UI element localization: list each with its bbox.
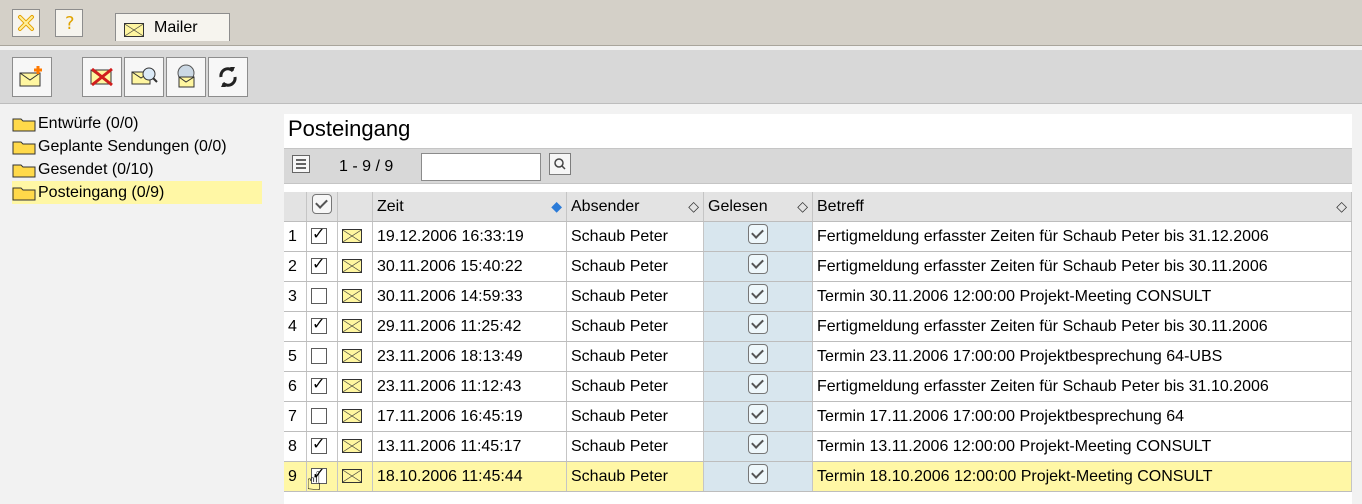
read-status[interactable] (703, 461, 813, 492)
pager: 1 - 9 / 9 (339, 158, 394, 175)
folder-label: Posteingang (0/9) (38, 183, 165, 201)
read-check-icon (748, 284, 768, 304)
list-options-icon[interactable] (292, 155, 310, 173)
row-checkbox[interactable] (306, 371, 338, 402)
folder-icon (12, 162, 36, 178)
mail-icon (337, 461, 373, 492)
read-status[interactable] (703, 341, 813, 372)
read-check-icon (748, 464, 768, 484)
refresh-icon[interactable] (208, 57, 248, 97)
delete-mail-icon[interactable] (82, 57, 122, 97)
folder-icon (12, 185, 36, 201)
mail-icon (337, 221, 373, 252)
folder-item-entwuerfe[interactable]: Entwürfe (0/0) (12, 112, 262, 135)
checkbox-checked[interactable] (311, 434, 327, 454)
checkbox-checked[interactable] (311, 224, 327, 244)
read-status[interactable] (703, 251, 813, 282)
sort-icon: ◆ (551, 197, 562, 214)
read-status[interactable] (703, 281, 813, 312)
select-all-icon (312, 194, 332, 214)
read-check-icon (748, 254, 768, 274)
row-checkbox[interactable] (306, 431, 338, 462)
table-row[interactable]: 6 23.11.2006 11:12:43 Schaub Peter Ferti… (284, 371, 1352, 402)
top-bar: ? Mailer (0, 0, 1362, 46)
read-check-icon (748, 344, 768, 364)
read-check-icon (748, 224, 768, 244)
hand-cursor-icon: ☝ (306, 467, 322, 497)
sort-icon: ◇ (1336, 197, 1347, 214)
checkbox-checked[interactable] (311, 314, 327, 334)
web-mail-icon[interactable] (166, 57, 206, 97)
new-mail-icon[interactable] (12, 57, 52, 97)
search-input[interactable] (421, 153, 541, 181)
column-zeit[interactable]: Zeit ◆ (372, 192, 567, 222)
search-mail-icon[interactable] (124, 57, 164, 97)
table-row[interactable]: 1 19.12.2006 16:33:19 Schaub Peter Ferti… (284, 221, 1352, 252)
mail-toolbar (0, 50, 1362, 104)
table-row[interactable]: 3 30.11.2006 14:59:33 Schaub Peter Termi… (284, 281, 1352, 312)
table-row[interactable]: 2 30.11.2006 15:40:22 Schaub Peter Ferti… (284, 251, 1352, 282)
column-gelesen[interactable]: Gelesen ◇ (703, 192, 813, 222)
mail-icon (337, 371, 373, 402)
checkbox-unchecked[interactable] (311, 348, 327, 364)
close-icon[interactable] (12, 9, 40, 37)
read-status[interactable] (703, 431, 813, 462)
mail-icon (337, 401, 373, 432)
list-toolbar: 1 - 9 / 9 (284, 148, 1352, 184)
folder-label: Gesendet (0/10) (38, 160, 154, 178)
row-checkbox[interactable] (306, 341, 338, 372)
mail-icon (337, 431, 373, 462)
table-row[interactable]: 7 17.11.2006 16:45:19 Schaub Peter Termi… (284, 401, 1352, 432)
page-title: Posteingang (288, 116, 411, 141)
row-checkbox[interactable] (306, 281, 338, 312)
table-row[interactable]: 5 23.11.2006 18:13:49 Schaub Peter Termi… (284, 341, 1352, 372)
mail-icon (337, 251, 373, 282)
checkbox-checked[interactable] (311, 254, 327, 274)
mail-icon (337, 311, 373, 342)
read-check-icon (748, 314, 768, 334)
column-absender[interactable]: Absender ◇ (566, 192, 704, 222)
table-row-selected[interactable]: 9 18.10.2006 11:45:44 Schaub Peter Termi… (284, 461, 1352, 492)
read-status[interactable] (703, 371, 813, 402)
folder-label: Geplante Sendungen (0/0) (38, 137, 227, 155)
mail-icon (124, 22, 144, 37)
read-check-icon (748, 434, 768, 454)
row-checkbox[interactable] (306, 401, 338, 432)
read-status[interactable] (703, 221, 813, 252)
row-checkbox[interactable] (306, 221, 338, 252)
select-all-checkbox[interactable] (306, 192, 338, 222)
table-row[interactable]: 4 29.11.2006 11:25:42 Schaub Peter Ferti… (284, 311, 1352, 342)
folder-icon (12, 139, 36, 155)
message-table: Zeit◆ Absender◇ Gelesen◇ Betreff◇ 1 19.1… (284, 192, 1352, 492)
mailer-tab-label: Mailer (154, 18, 198, 36)
checkbox-checked[interactable] (311, 374, 327, 394)
checkbox-unchecked[interactable] (311, 408, 327, 424)
svg-text:?: ? (65, 13, 75, 33)
column-betreff[interactable]: Betreff ◇ (812, 192, 1352, 222)
row-checkbox[interactable] (306, 311, 338, 342)
folder-item-posteingang[interactable]: Posteingang (0/9) (12, 181, 262, 204)
read-check-icon (748, 404, 768, 424)
table-row[interactable]: 8 13.11.2006 11:45:17 Schaub Peter Termi… (284, 431, 1352, 462)
folder-list: Entwürfe (0/0) Geplante Sendungen (0/0) … (12, 112, 262, 204)
mailer-tab[interactable]: Mailer (115, 13, 230, 41)
sort-icon: ◇ (688, 197, 699, 214)
read-check-icon (748, 374, 768, 394)
folder-item-geplante-sendungen[interactable]: Geplante Sendungen (0/0) (12, 135, 262, 158)
read-status[interactable] (703, 401, 813, 432)
inbox-panel: Posteingang 1 - 9 / 9 Zeit ◆ Absender ◇ Ge… (284, 114, 1352, 504)
help-icon[interactable]: ? (55, 9, 83, 37)
row-checkbox[interactable] (306, 251, 338, 282)
folder-item-gesendet[interactable]: Gesendet (0/10) (12, 158, 262, 181)
folder-label: Entwürfe (0/0) (38, 114, 139, 132)
sort-icon: ◇ (797, 197, 808, 214)
checkbox-unchecked[interactable] (311, 288, 327, 304)
search-icon[interactable] (549, 153, 571, 175)
mail-icon (337, 281, 373, 312)
folder-icon (12, 116, 36, 132)
mail-icon (337, 341, 373, 372)
read-status[interactable] (703, 311, 813, 342)
